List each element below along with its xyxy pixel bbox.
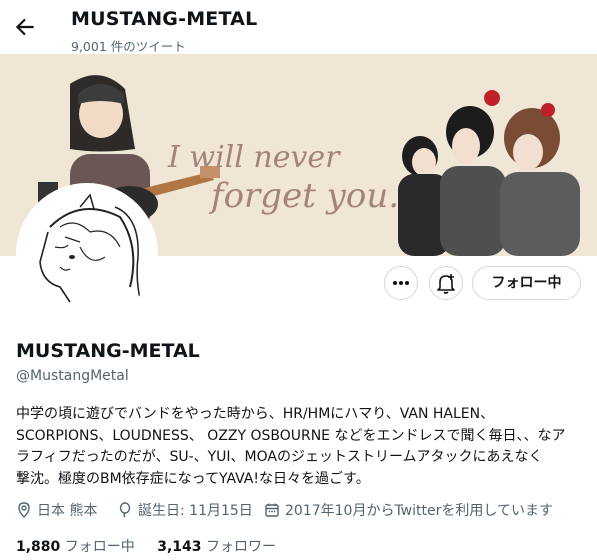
calendar-icon: [265, 503, 279, 517]
profile-location: 日本 熊本: [16, 500, 97, 520]
banner-text-line1: I will never: [168, 140, 340, 175]
joined-text: 2017年10月からTwitterを利用しています: [285, 503, 553, 519]
back-arrow-icon: [15, 18, 34, 36]
profile-stats: 1,880 フォロー中 3,143 フォロワー: [16, 536, 276, 556]
balloon-icon: [119, 502, 131, 518]
banner-text-line2: forget you.: [211, 176, 400, 216]
back-button[interactable]: [12, 14, 38, 40]
profile-name: MUSTANG-METAL: [16, 340, 200, 362]
notifications-button[interactable]: [429, 266, 463, 300]
profile-header-bar: MUSTANG-METAL 9,001 件のツイート: [0, 0, 597, 54]
more-icon: [393, 281, 409, 285]
followers-label: フォロワー: [205, 539, 276, 555]
bio-line: SCORPIONS、LOUDNESS、 OZZY OSBOURNE などをエンド…: [16, 427, 566, 444]
more-button[interactable]: [384, 266, 418, 300]
birthday-text: 誕生日: 11月15日: [138, 503, 253, 519]
location-icon: [18, 502, 30, 518]
profile-joined: 2017年10月からTwitterを利用しています: [264, 500, 553, 520]
followers-link[interactable]: 3,143 フォロワー: [157, 539, 276, 555]
avatar-sketch: [20, 187, 154, 321]
tweet-count: 9,001 件のツイート: [71, 39, 186, 54]
profile-bio: 中学の頃に遊びでバンドをやった時から、HR/HMにハマり、VAN HALEN、 …: [16, 404, 584, 490]
following-link[interactable]: 1,880 フォロー中: [16, 539, 135, 555]
profile-avatar[interactable]: [16, 183, 158, 325]
bio-line: 中学の頃に遊びでバンドをやった時から、HR/HMにハマり、VAN HALEN、: [16, 406, 495, 422]
following-button[interactable]: フォロー中: [472, 266, 581, 300]
following-count: 1,880: [16, 539, 61, 555]
followers-count: 3,143: [157, 539, 202, 555]
profile-handle: @MustangMetal: [16, 368, 129, 384]
following-label: フォロー中: [64, 539, 135, 555]
header-title: MUSTANG-METAL: [71, 8, 258, 30]
location-text: 日本 熊本: [37, 503, 98, 519]
notification-bell-icon: [437, 274, 455, 294]
bio-line: ラフィフだったのだが、SU-、YUI、MOAのジェットストリームアタックにあえな…: [16, 449, 543, 465]
profile-birthday: 誕生日: 11月15日: [117, 500, 253, 520]
bio-line: 撃沈。極度のBM依存症になってYAVA!な日々を過ごす。: [16, 470, 370, 487]
